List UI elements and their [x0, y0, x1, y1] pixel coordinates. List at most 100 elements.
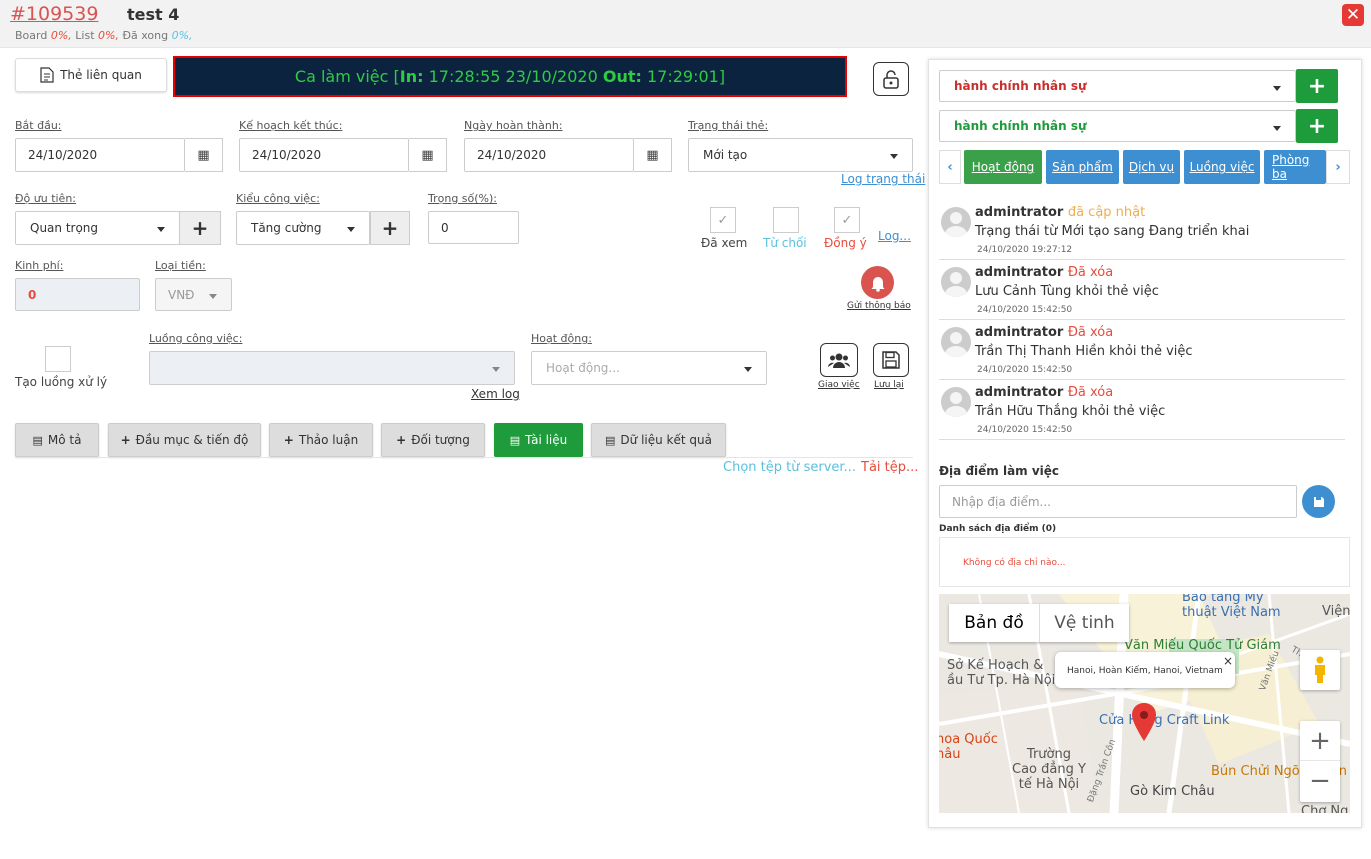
- zoom-control: + −: [1300, 721, 1340, 802]
- seen-checkbox[interactable]: ✓: [710, 207, 736, 233]
- close-icon[interactable]: ×: [1223, 654, 1233, 668]
- calendar-icon[interactable]: ▦: [409, 138, 447, 172]
- chevron-down-icon: [744, 367, 752, 372]
- tab-workflows[interactable]: Luồng việc: [1184, 150, 1260, 184]
- map-type-control: Bản đồ Vệ tinh: [949, 604, 1129, 642]
- save-label[interactable]: Lưu lại: [874, 380, 904, 390]
- plan-end-input[interactable]: 24/10/2020: [239, 138, 409, 172]
- tab-results[interactable]: ▤ Dữ liệu kết quả: [591, 423, 726, 457]
- unlock-button[interactable]: [873, 62, 909, 96]
- priority-select[interactable]: Quan trọng: [15, 211, 180, 245]
- currency-select[interactable]: VNĐ: [155, 278, 232, 311]
- calendar-icon[interactable]: ▦: [634, 138, 672, 172]
- start-date-label: Bắt đầu:: [15, 119, 62, 132]
- card-title: test 4: [127, 5, 180, 24]
- activity-select[interactable]: Hoạt động...: [531, 351, 767, 385]
- create-flow-label: Tạo luồng xử lý: [15, 375, 108, 389]
- department-select-1[interactable]: hành chính nhân sự: [939, 70, 1296, 102]
- pegman-icon: [1315, 656, 1325, 683]
- agree-checkbox[interactable]: ✓: [834, 207, 860, 233]
- plus-icon: +: [120, 433, 131, 447]
- save-location-button[interactable]: [1302, 485, 1335, 518]
- map-info-popup: Hanoi, Hoàn Kiếm, Hanoi, Vietnam ×: [1055, 652, 1235, 688]
- log-link[interactable]: Log...: [878, 229, 911, 243]
- tabs-prev-arrow[interactable]: ‹: [939, 150, 961, 184]
- add-department-button-2[interactable]: +: [1296, 109, 1338, 143]
- avatar: [941, 207, 971, 237]
- tab-departments[interactable]: Phòng ba: [1264, 150, 1326, 184]
- assign-label[interactable]: Giao việc: [818, 380, 860, 390]
- save-button[interactable]: [873, 343, 909, 377]
- complete-date-label: Ngày hoàn thành:: [464, 119, 563, 132]
- tab-products[interactable]: Sản phẩm: [1046, 150, 1119, 184]
- chevron-down-icon: [209, 294, 217, 299]
- create-flow-checkbox[interactable]: [45, 346, 71, 372]
- start-date-input[interactable]: 24/10/2020: [15, 138, 185, 172]
- map-label: Sở Kế Hoạch & ầu Tư Tp. Hà Nội: [947, 658, 1056, 688]
- tab-activity[interactable]: Hoạt động: [964, 150, 1042, 184]
- location-list-title: Danh sách địa điểm (0): [939, 524, 1057, 534]
- tab-discussion[interactable]: + Thảo luận: [269, 423, 373, 457]
- calendar-icon[interactable]: ▦: [185, 138, 223, 172]
- zoom-out-button[interactable]: −: [1300, 761, 1340, 801]
- street-view-button[interactable]: [1300, 650, 1340, 690]
- budget-label: Kinh phí:: [15, 259, 64, 272]
- weight-input[interactable]: 0: [428, 211, 519, 244]
- reject-checkbox[interactable]: [773, 207, 799, 233]
- tabs-next-arrow[interactable]: ›: [1326, 150, 1350, 184]
- map-label: Gò Kim Châu: [1130, 784, 1215, 799]
- tab-description[interactable]: ▤ Mô tả: [15, 423, 99, 457]
- complete-date-input[interactable]: 24/10/2020: [464, 138, 634, 172]
- plus-icon: +: [283, 433, 294, 447]
- workflow-select[interactable]: [149, 351, 515, 385]
- tab-services[interactable]: Dịch vụ: [1123, 150, 1180, 184]
- zoom-in-button[interactable]: +: [1300, 721, 1340, 761]
- ticket-id-link[interactable]: #109539: [10, 3, 98, 25]
- tab-divider: [15, 457, 913, 458]
- description-icon: ▤: [32, 433, 43, 447]
- notify-label[interactable]: Gửi thông báo: [847, 301, 911, 311]
- close-button[interactable]: ✕: [1342, 4, 1364, 26]
- file-icon: ▤: [605, 433, 616, 447]
- tab-objects[interactable]: + Đối tượng: [381, 423, 485, 457]
- related-cards-button[interactable]: Thẻ liên quan: [15, 58, 167, 92]
- add-department-button-1[interactable]: +: [1296, 69, 1338, 103]
- priority-label: Độ ưu tiên:: [15, 192, 77, 205]
- save-icon: [882, 351, 900, 369]
- department-select-2[interactable]: hành chính nhân sự: [939, 110, 1296, 142]
- location-input[interactable]: Nhập địa điểm...: [939, 485, 1297, 518]
- map-label: Cửa Hàng Craft Link: [1099, 713, 1230, 728]
- users-icon: [828, 353, 850, 368]
- avatar: [941, 267, 971, 297]
- status-label: Trạng thái thẻ:: [688, 119, 769, 132]
- plan-end-label: Kế hoạch kết thúc:: [239, 119, 343, 132]
- activity-label: Hoạt động:: [531, 332, 592, 345]
- view-log-link[interactable]: Xem log: [471, 387, 520, 401]
- notify-button[interactable]: [861, 266, 894, 299]
- unlock-icon: [883, 70, 899, 89]
- map-label: Chợ Ng: [1301, 804, 1349, 813]
- map-tab[interactable]: Bản đồ: [949, 604, 1039, 642]
- add-worktype-button[interactable]: +: [370, 211, 410, 245]
- map-pin-icon[interactable]: [1131, 702, 1157, 742]
- add-priority-button[interactable]: +: [179, 211, 221, 245]
- worktype-select[interactable]: Tăng cường: [236, 211, 370, 245]
- budget-input[interactable]: 0: [15, 278, 140, 311]
- satellite-tab[interactable]: Vệ tinh: [1039, 604, 1129, 642]
- tab-milestones[interactable]: + Đầu mục & tiến độ: [108, 423, 261, 457]
- chevron-down-icon: [157, 227, 165, 232]
- chevron-down-icon: [347, 227, 355, 232]
- map[interactable]: Báo tàng Mỹ thuật Việt Nam Viện Văn Miếu …: [939, 594, 1350, 813]
- upload-link[interactable]: Tải tệp...: [861, 460, 918, 475]
- assign-button[interactable]: [820, 343, 858, 377]
- activity-item: admintrator Đã xóa Lưu Cảnh Tùng khỏi th…: [939, 262, 1345, 320]
- save-icon: [1313, 496, 1324, 507]
- status-log-link[interactable]: Log trạng thái: [841, 172, 925, 186]
- choose-server-link[interactable]: Chọn tệp từ server...: [723, 460, 856, 475]
- location-title: Địa điểm làm việc: [939, 464, 1060, 478]
- plus-icon: +: [396, 433, 407, 447]
- tab-documents[interactable]: ▤ Tài liệu: [494, 423, 583, 457]
- status-select[interactable]: Mới tạo: [688, 138, 913, 172]
- avatar: [941, 387, 971, 417]
- weight-label: Trọng số(%):: [428, 192, 498, 205]
